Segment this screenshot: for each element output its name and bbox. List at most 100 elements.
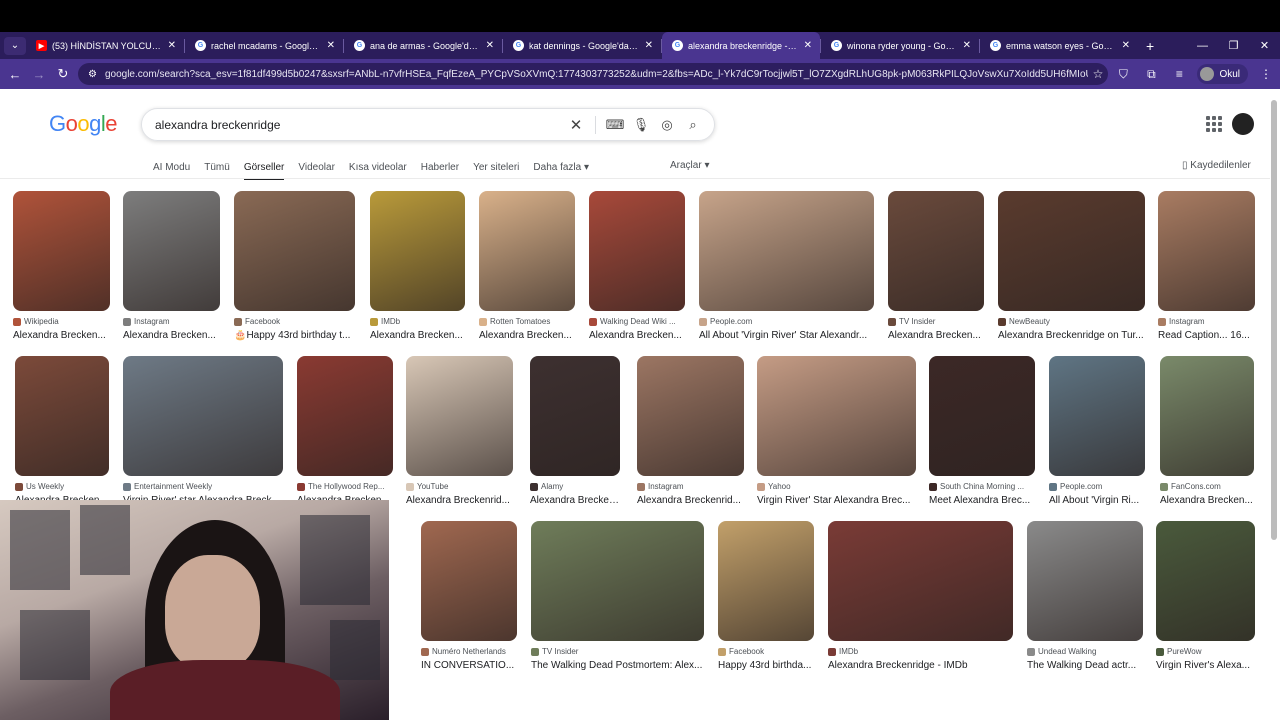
- media-icon[interactable]: ≡: [1165, 67, 1193, 81]
- result-thumbnail[interactable]: [1158, 191, 1255, 311]
- image-result[interactable]: Entertainment WeeklyVirgin River' star A…: [123, 356, 283, 506]
- result-thumbnail[interactable]: [297, 356, 393, 476]
- result-caption[interactable]: Alexandra Brecken...: [123, 330, 220, 341]
- result-thumbnail[interactable]: [13, 191, 110, 311]
- image-result[interactable]: IMDb Alexandra Brecken...: [370, 191, 465, 341]
- image-result[interactable]: Us WeeklyAlexandra Brecken...: [15, 356, 109, 506]
- result-source[interactable]: Numéro Netherlands: [421, 647, 517, 656]
- shield-icon[interactable]: ⛉: [1109, 67, 1137, 82]
- result-source[interactable]: Walking Dead Wiki ...: [589, 317, 685, 326]
- url-omnibox[interactable]: ⚙ google.com/search?sca_esv=1f81df499d5b…: [78, 63, 1108, 85]
- result-source[interactable]: Alamy: [530, 482, 620, 491]
- image-result[interactable]: Yahoo Virgin River' Star Alexandra Brec..…: [757, 356, 916, 506]
- search-icon[interactable]: ⌕: [680, 117, 706, 133]
- result-caption[interactable]: Alexandra Breckenrid...: [406, 495, 513, 506]
- google-apps-icon[interactable]: [1206, 116, 1222, 132]
- image-result[interactable]: Undead Walking The Walking Dead actr...: [1027, 521, 1143, 671]
- result-caption[interactable]: Alexandra Brecken...: [479, 330, 575, 341]
- image-result[interactable]: Instagram Alexandra Breckenrid...: [637, 356, 744, 506]
- result-thumbnail[interactable]: [370, 191, 465, 311]
- result-thumbnail[interactable]: [589, 191, 685, 311]
- browser-tab[interactable]: Gwinona ryder young - Google'da ✕: [821, 32, 979, 59]
- result-caption[interactable]: Alexandra Brecken...: [888, 330, 984, 341]
- result-caption[interactable]: Virgin River' Star Alexandra Brec...: [757, 495, 916, 506]
- result-thumbnail[interactable]: [234, 191, 355, 311]
- result-caption[interactable]: All About 'Virgin Ri...: [1049, 495, 1145, 506]
- result-caption[interactable]: Alexandra Breckenridge - IMDb: [828, 660, 1013, 671]
- result-thumbnail[interactable]: [421, 521, 517, 641]
- image-result[interactable]: Alamy Alexandra Brecken...: [530, 356, 620, 506]
- tab-close-icon[interactable]: ✕: [1122, 40, 1130, 51]
- result-caption[interactable]: IN CONVERSATIO...: [421, 660, 517, 671]
- result-thumbnail[interactable]: [530, 356, 620, 476]
- result-caption[interactable]: Virgin River's Alexa...: [1156, 660, 1255, 671]
- result-caption[interactable]: Alexandra Breckenrid...: [637, 495, 744, 506]
- filter-tab[interactable]: Kısa videolar: [349, 162, 407, 173]
- result-caption[interactable]: Alexandra Brecken...: [530, 495, 620, 506]
- image-result[interactable]: South China Morning ... Meet Alexandra Br…: [929, 356, 1035, 506]
- image-result[interactable]: People.com All About 'Virgin River' Star …: [699, 191, 874, 341]
- browser-tab[interactable]: ▶ (53) HİNDİSTAN YOLCULUĞU V ✕: [26, 32, 184, 59]
- tab-close-icon[interactable]: ✕: [804, 40, 812, 51]
- filter-tab[interactable]: Yer siteleri: [473, 162, 519, 173]
- filter-tab[interactable]: AI Modu: [153, 162, 190, 173]
- maximize-icon[interactable]: ❐: [1218, 39, 1249, 52]
- result-thumbnail[interactable]: [1027, 521, 1143, 641]
- result-source[interactable]: The Hollywood Rep...: [297, 482, 393, 491]
- result-source[interactable]: TV Insider: [531, 647, 704, 656]
- site-info-icon[interactable]: ⚙: [88, 69, 97, 80]
- result-thumbnail[interactable]: [1160, 356, 1254, 476]
- back-icon[interactable]: ←: [3, 67, 27, 82]
- result-caption[interactable]: Meet Alexandra Brec...: [929, 495, 1035, 506]
- image-result[interactable]: Facebook 🎂Happy 43rd birthday t...: [234, 191, 355, 341]
- result-source[interactable]: IMDb: [370, 317, 465, 326]
- reload-icon[interactable]: ↻: [51, 66, 75, 82]
- result-thumbnail[interactable]: [15, 356, 109, 476]
- image-result[interactable]: PureWow Virgin River's Alexa...: [1156, 521, 1255, 671]
- filter-tab[interactable]: Tümü: [204, 162, 230, 173]
- result-thumbnail[interactable]: [888, 191, 984, 311]
- result-thumbnail[interactable]: [929, 356, 1035, 476]
- result-source[interactable]: Instagram: [123, 317, 220, 326]
- image-result[interactable]: Facebook Happy 43rd birthda...: [718, 521, 814, 671]
- result-thumbnail[interactable]: [406, 356, 513, 476]
- result-caption[interactable]: Alexandra Brecken...: [370, 330, 465, 341]
- result-source[interactable]: People.com: [1049, 482, 1145, 491]
- result-caption[interactable]: Alexandra Brecken...: [13, 330, 110, 341]
- tools-menu[interactable]: Araçlar ▾: [670, 160, 710, 171]
- image-result[interactable]: Instagram Alexandra Brecken...: [123, 191, 220, 341]
- account-avatar[interactable]: [1232, 113, 1254, 135]
- result-source[interactable]: Yahoo: [757, 482, 916, 491]
- result-thumbnail[interactable]: [123, 191, 220, 311]
- result-thumbnail[interactable]: [718, 521, 814, 641]
- image-result[interactable]: TV Insider The Walking Dead Postmortem: A…: [531, 521, 704, 671]
- image-result[interactable]: YouTube Alexandra Breckenrid...: [406, 356, 513, 506]
- tab-close-icon[interactable]: ✕: [327, 40, 335, 51]
- filter-tab[interactable]: Videolar: [298, 162, 335, 173]
- result-thumbnail[interactable]: [637, 356, 744, 476]
- google-logo[interactable]: Google: [49, 111, 118, 137]
- filter-tab[interactable]: Görseller: [243, 162, 284, 180]
- keyboard-icon[interactable]: ⌨: [602, 117, 628, 133]
- result-source[interactable]: Instagram: [1158, 317, 1255, 326]
- result-source[interactable]: Wikipedia: [13, 317, 110, 326]
- result-source[interactable]: Facebook: [718, 647, 814, 656]
- image-result[interactable]: The Hollywood Rep...Alexandra Brecken...: [297, 356, 393, 506]
- browser-tab[interactable]: Galexandra breckenridge - Goog ✕: [662, 32, 820, 59]
- result-caption[interactable]: The Walking Dead Postmortem: Alex...: [531, 660, 704, 671]
- result-thumbnail[interactable]: [123, 356, 283, 476]
- tab-close-icon[interactable]: ✕: [645, 40, 653, 51]
- image-result[interactable]: Numéro Netherlands IN CONVERSATIO...: [421, 521, 517, 671]
- result-caption[interactable]: The Walking Dead actr...: [1027, 660, 1143, 671]
- result-caption[interactable]: Happy 43rd birthda...: [718, 660, 814, 671]
- result-caption[interactable]: Alexandra Brecken...: [589, 330, 685, 341]
- result-source[interactable]: Undead Walking: [1027, 647, 1143, 656]
- mic-icon[interactable]: 🎙: [628, 117, 654, 133]
- image-result[interactable]: IMDb Alexandra Breckenridge - IMDb: [828, 521, 1013, 671]
- browser-tab[interactable]: Grachel mcadams - Google'da Ara ✕: [185, 32, 343, 59]
- result-thumbnail[interactable]: [998, 191, 1145, 311]
- result-source[interactable]: Rotten Tomatoes: [479, 317, 575, 326]
- browser-tab[interactable]: Gemma watson eyes - Google'da A ✕: [980, 32, 1138, 59]
- result-source[interactable]: YouTube: [406, 482, 513, 491]
- result-source[interactable]: South China Morning ...: [929, 482, 1035, 491]
